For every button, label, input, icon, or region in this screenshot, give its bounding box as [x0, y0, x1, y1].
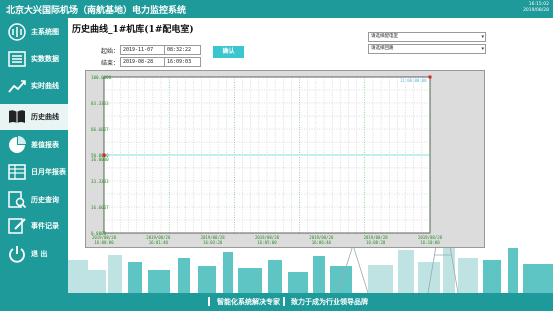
y-tick-label: 66.6667 — [91, 127, 109, 132]
history-chart: 100.0000 83.3333 66.6667 50.0000 33.3333 16.6… — [85, 70, 485, 248]
start-time-input[interactable]: 08:32:22 — [164, 45, 201, 55]
clock-date: 2019/08/28 — [523, 8, 549, 13]
y-tick-label: 100.0000 — [91, 75, 112, 80]
y-tick-label: 83.3333 — [91, 101, 109, 106]
x-tick-time: 16:05:00 — [257, 240, 277, 245]
end-time-input[interactable]: 16:09:03 — [164, 57, 201, 67]
switch-icon — [8, 23, 26, 41]
data-marker — [102, 153, 106, 157]
circuit-select-value: 请选择回路 — [371, 46, 394, 51]
search-doc-icon — [8, 191, 27, 209]
start-label: 起始： — [101, 48, 120, 55]
app-title: 北京大兴国际机场（南航基地）电力监控系统 — [6, 6, 187, 16]
room-select[interactable]: 请选择配电室 ▾ — [368, 32, 486, 42]
chevron-down-icon: ▾ — [481, 34, 484, 40]
nav-realtime-curve[interactable]: 实时曲线 — [0, 73, 68, 99]
legend-label: 11:00:00:00 — [400, 78, 427, 83]
nav-label: 主系统图 — [31, 27, 59, 36]
x-tick-time: 16:00:00 — [94, 240, 114, 245]
nav-label: 历史查询 — [31, 195, 59, 204]
y-tick-label: 33.3333 — [91, 179, 109, 184]
footer-slogan-right: 致力于成为行业领导品牌 — [291, 297, 368, 306]
footer-divider — [283, 297, 285, 306]
nav-label: 实时曲线 — [31, 81, 59, 90]
circuit-select[interactable]: 请选择回路 ▾ — [368, 44, 486, 54]
nav-event-log[interactable]: 事件记录 — [0, 213, 68, 239]
nav-exit[interactable]: 退 出 — [0, 241, 68, 267]
nav-label: 日月年报表 — [31, 167, 66, 176]
confirm-button[interactable]: 确认 — [213, 46, 244, 58]
end-date-input[interactable]: 2019-08-28 — [120, 57, 165, 67]
nav-period-report[interactable]: 日月年报表 — [0, 159, 68, 185]
nav-label: 历史曲线 — [31, 112, 59, 121]
page-title: 历史曲线_1#机库(1#配电室) — [72, 25, 194, 35]
extra-tick-label: 16.0000 — [91, 157, 109, 162]
x-tick-time: 16:01:40 — [149, 240, 169, 245]
nav-history-query[interactable]: 历史查询 — [0, 187, 68, 213]
chevron-down-icon: ▾ — [481, 46, 484, 52]
sidebar: 主系统图 实数数据 实时曲线 历史曲线 差值报表 日月年报表 历史查询 事件记录… — [0, 18, 68, 293]
nav-diff-report[interactable]: 差值报表 — [0, 132, 68, 158]
clock: 16:15:02 2019/08/28 — [523, 2, 549, 14]
nav-label: 退 出 — [31, 249, 48, 258]
start-date-input[interactable]: 2019-11-07 — [120, 45, 165, 55]
x-tick-time: 16:08:20 — [366, 240, 386, 245]
room-select-value: 请选择配电室 — [371, 34, 398, 39]
x-tick-time: 16:10:00 — [420, 240, 440, 245]
nav-history-curve[interactable]: 历史曲线 — [0, 104, 68, 130]
table-icon — [8, 164, 26, 180]
book-icon — [9, 110, 25, 123]
nav-label: 差值报表 — [31, 140, 59, 149]
nav-label: 实数数据 — [31, 54, 59, 63]
trend-icon — [8, 80, 26, 93]
pie-icon — [9, 136, 26, 153]
list-icon — [8, 51, 26, 67]
x-tick-time: 16:03:20 — [203, 240, 223, 245]
edit-icon — [8, 218, 26, 234]
footer-divider — [208, 297, 210, 306]
nav-main-diagram[interactable]: 主系统图 — [0, 19, 68, 45]
x-tick-time: 16:06:40 — [312, 240, 332, 245]
footer-slogan-left: 智能化系统解决专家 — [217, 297, 280, 306]
data-marker — [428, 75, 432, 79]
y-tick-label: 16.6667 — [91, 205, 109, 210]
footer-bar: 智能化系统解决专家 致力于成为行业领导品牌 — [0, 293, 553, 311]
chart-svg: 100.000083.333366.666750.000033.333316.6… — [91, 75, 443, 245]
power-icon — [9, 246, 25, 263]
end-label: 结束： — [101, 60, 120, 67]
nav-label: 事件记录 — [31, 221, 59, 230]
nav-realtime-data[interactable]: 实数数据 — [0, 46, 68, 72]
header-bar: 北京大兴国际机场（南航基地）电力监控系统 16:15:02 2019/08/28 — [0, 0, 553, 18]
